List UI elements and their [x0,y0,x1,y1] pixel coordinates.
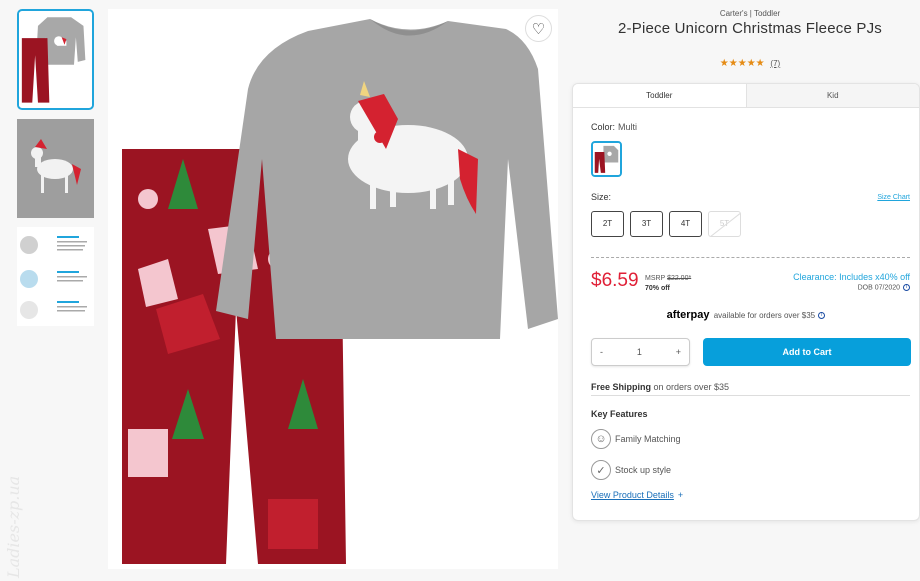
watermark-text: Ladies-zp.ua [4,475,23,578]
size-option-3t[interactable]: 3T [630,211,663,237]
size-options: 2T 3T 4T 5T [591,211,741,237]
thumbnail-list [17,9,94,335]
heart-icon: ♡ [531,20,546,38]
dob-note: DOB 07/2020 i [858,284,910,291]
pajama-set-illustration [108,9,558,569]
feature-stock-up: ✓ Stock up style [591,460,671,480]
shipping-text: on orders over $35 [651,382,730,392]
tab-toddler[interactable]: Toddler [573,84,746,107]
main-product-image: ♡ [108,9,558,569]
view-product-details-link[interactable]: View Product Details + [591,490,683,500]
size-range-tabs: Toddler Kid [573,84,919,108]
review-count-link[interactable]: (7) [770,59,780,68]
plus-icon: + [677,490,684,500]
divider-dashed [591,257,910,258]
product-brand: Carter's | Toddler [719,9,781,18]
thumbnail-shirt-closeup[interactable] [17,119,94,218]
afterpay-logo: afterpay [666,309,710,321]
unicorn-closeup-image [17,119,94,218]
size-option-5t-unavailable: 5T [708,211,741,237]
feature-label: Family Matching [615,434,681,444]
dob-text: DOB 07/2020 [857,284,901,292]
product-rating: ★★★★★ (7) [580,58,920,69]
quantity-decrease-button[interactable]: - [600,347,603,357]
quantity-value[interactable]: 1 [637,347,642,357]
color-swatch-multi[interactable] [591,141,622,177]
quantity-stepper: - 1 + [591,338,690,366]
info-icon[interactable]: i [903,284,910,291]
feature-label: Stock up style [615,465,672,475]
swatch-thumbnail-image [593,143,620,175]
checkmark-icon: ✓ [591,460,611,480]
color-label-row: Color: Multi [591,122,637,132]
key-features-title: Key Features [591,409,648,419]
afterpay-text: available for orders over $35 [713,311,816,320]
afterpay-info-icon[interactable]: i [818,312,826,320]
msrp-value: $22.00* [667,275,692,282]
divider [591,395,910,396]
rating-stars-icon: ★★★★★ [719,58,765,69]
color-label: Color: [591,122,616,132]
msrp-label: MSRP [645,275,666,282]
details-label: View Product Details [591,490,674,500]
purchase-panel: Toddler Kid Color: Multi Size: Size Chart… [572,83,920,521]
percent-off: 70% off [645,285,670,292]
shipping-note: Free Shipping on orders over $35 [591,382,729,392]
add-to-cart-button[interactable]: Add to Cart [703,338,911,366]
msrp-block: MSRP $22.00* 70% off [645,274,691,294]
thumbnail-full-outfit[interactable] [17,9,94,110]
family-icon: ☺ [591,429,611,449]
thumbnail-size-guide[interactable] [17,227,94,326]
fabric-info-image [17,227,94,326]
size-option-4t[interactable]: 4T [669,211,702,237]
color-value: Multi [618,122,638,132]
product-title: 2-Piece Unicorn Christmas Fleece PJs [618,20,882,37]
feature-family-matching: ☺ Family Matching [591,429,681,449]
size-label: Size: [591,192,612,202]
size-chart-link[interactable]: Size Chart [877,194,910,201]
afterpay-message: afterpay available for orders over $35 i [573,309,919,321]
shipping-bold: Free Shipping [591,382,652,392]
sale-price: $6.59 [591,270,639,291]
favorite-heart-button[interactable]: ♡ [525,15,552,42]
quantity-increase-button[interactable]: + [676,347,681,357]
outfit-thumbnail-image [19,12,92,107]
clearance-note: Clearance: Includes x40% off [793,272,910,282]
product-page: ♡ Carter's | Toddler 2-Piece Unicorn Chr… [0,0,920,581]
size-option-2t[interactable]: 2T [591,211,624,237]
tab-kid[interactable]: Kid [745,84,919,107]
